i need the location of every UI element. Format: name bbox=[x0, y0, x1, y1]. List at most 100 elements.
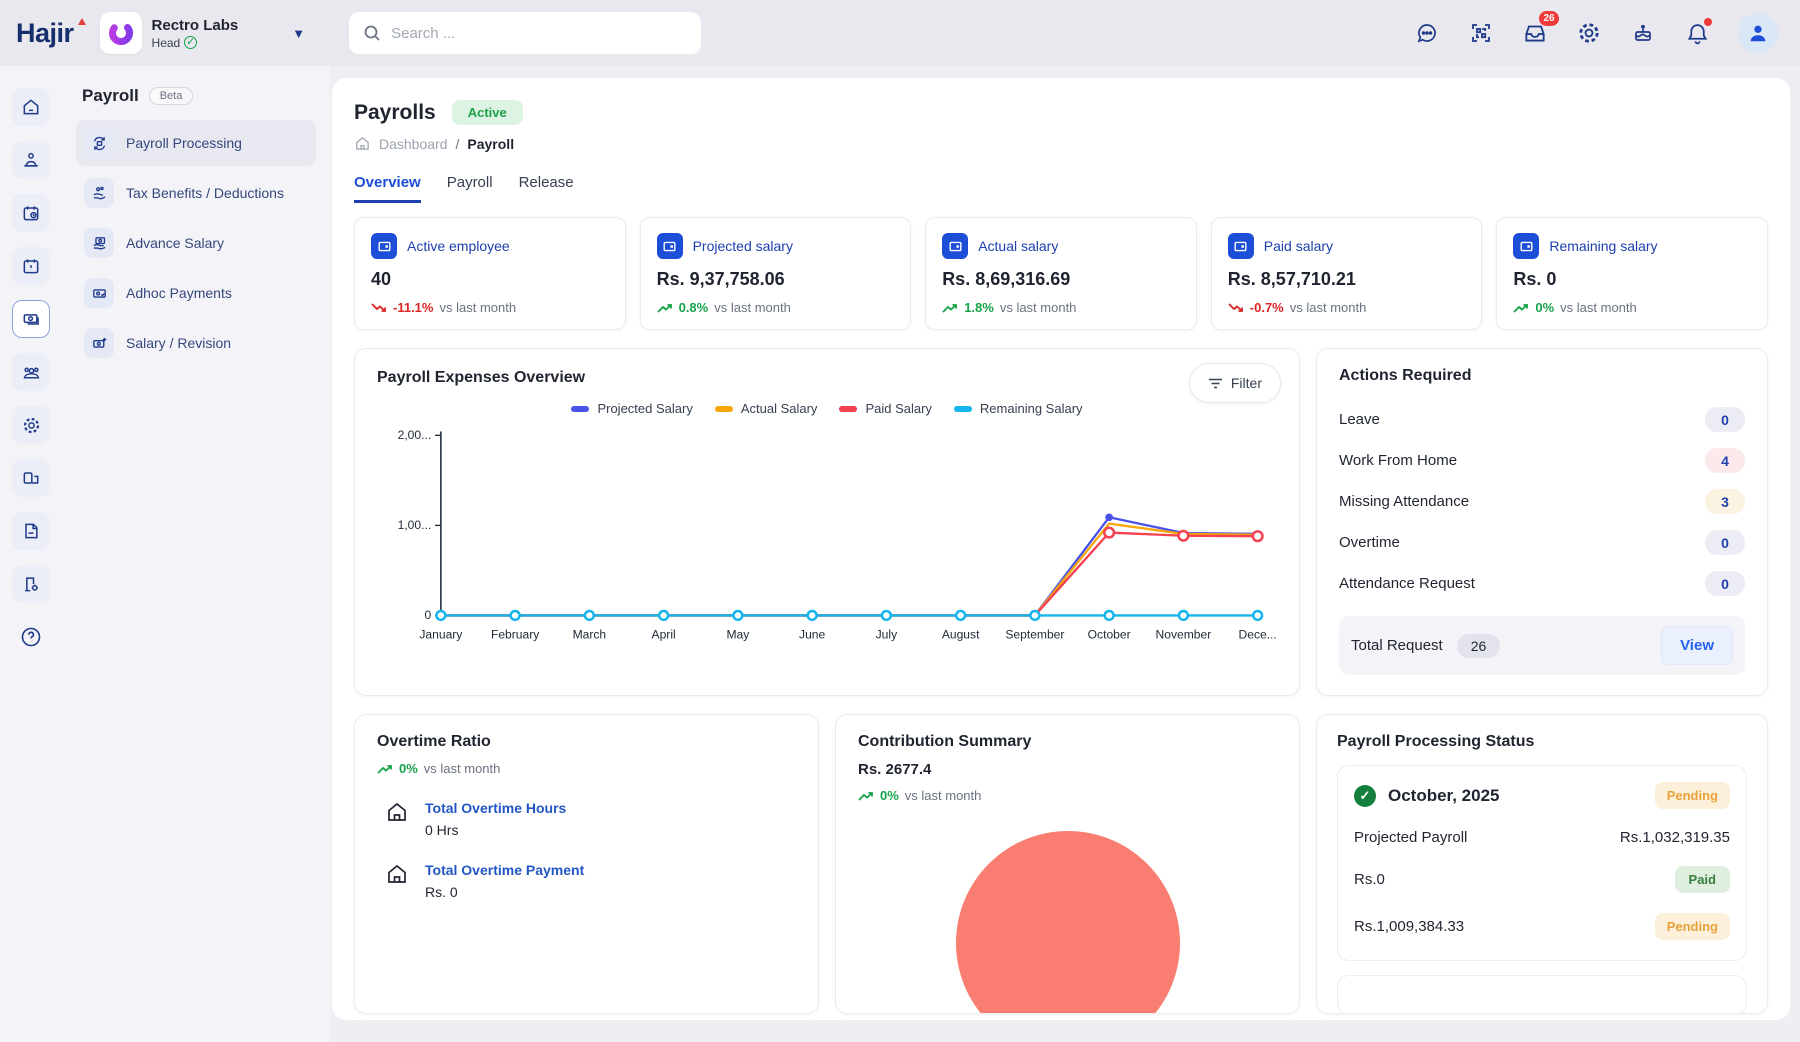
trend-down-icon bbox=[371, 302, 387, 314]
svg-text:October: October bbox=[1088, 627, 1131, 641]
paid-badge: Paid bbox=[1675, 866, 1730, 893]
legend-swatch bbox=[839, 406, 857, 412]
celebration-icon[interactable] bbox=[1630, 20, 1656, 46]
stat-label: Projected salary bbox=[693, 238, 793, 254]
qr-scan-icon[interactable] bbox=[1468, 20, 1494, 46]
team-icon[interactable] bbox=[12, 353, 50, 391]
stat-card-active-employee: Active employee 40 -11.1%vs last month bbox=[354, 217, 626, 330]
tab-overview[interactable]: Overview bbox=[354, 174, 421, 203]
legend-item[interactable]: Projected Salary bbox=[571, 401, 692, 416]
svg-text:Dece...: Dece... bbox=[1239, 627, 1277, 641]
tab-release[interactable]: Release bbox=[519, 174, 574, 203]
leave-calendar-icon[interactable] bbox=[12, 247, 50, 285]
legend-label: Projected Salary bbox=[597, 401, 692, 416]
wallet-icon bbox=[1513, 233, 1539, 259]
logo-flame-icon bbox=[78, 18, 86, 25]
projected-payroll-value: Rs.1,032,319.35 bbox=[1620, 829, 1730, 846]
contribution-pie-chart bbox=[956, 831, 1180, 1014]
action-row-leave[interactable]: Leave0 bbox=[1339, 399, 1745, 440]
legend-item[interactable]: Paid Salary bbox=[839, 401, 931, 416]
action-count-badge: 0 bbox=[1705, 571, 1745, 596]
stat-delta-suffix: vs last month bbox=[1000, 300, 1077, 315]
home-icon[interactable] bbox=[12, 88, 50, 126]
action-row-overtime[interactable]: Overtime 0 bbox=[1339, 522, 1745, 563]
devices-icon[interactable] bbox=[12, 459, 50, 497]
trend-up-icon bbox=[942, 302, 958, 314]
stat-value: Rs. 0 bbox=[1513, 269, 1751, 290]
view-button[interactable]: View bbox=[1661, 626, 1733, 665]
sidebar-item-adhoc-payments[interactable]: Adhoc Payments bbox=[76, 270, 316, 316]
action-label: Missing Attendance bbox=[1339, 493, 1469, 510]
inbox-icon[interactable]: 26 bbox=[1522, 20, 1548, 46]
sidebar-item-payroll-processing[interactable]: Payroll Processing bbox=[76, 120, 316, 166]
action-row-attendance-request[interactable]: Attendance Request0 bbox=[1339, 563, 1745, 604]
svg-text:May: May bbox=[726, 627, 749, 641]
employee-icon[interactable] bbox=[12, 141, 50, 179]
pending-badge: Pending bbox=[1655, 913, 1730, 940]
trend-up-icon bbox=[1513, 302, 1529, 314]
salary-revision-icon bbox=[84, 328, 114, 358]
payroll-icon[interactable] bbox=[12, 300, 50, 338]
notifications-icon[interactable] bbox=[1684, 20, 1710, 46]
trend-down-icon bbox=[1228, 302, 1244, 314]
page-title: Payrolls bbox=[354, 101, 436, 125]
help-icon[interactable] bbox=[12, 618, 50, 656]
sidebar-item-tax-benefits[interactable]: Tax Benefits / Deductions bbox=[76, 170, 316, 216]
stat-delta-pct: -11.1% bbox=[393, 300, 433, 315]
legend-label: Actual Salary bbox=[741, 401, 818, 416]
advance-salary-icon bbox=[84, 228, 114, 258]
stat-delta-pct: -0.7% bbox=[1250, 300, 1284, 315]
home-icon bbox=[385, 862, 409, 886]
search-bar[interactable] bbox=[349, 12, 701, 54]
action-count-badge: 0 bbox=[1705, 530, 1745, 555]
overtime-hours-label[interactable]: Total Overtime Hours bbox=[425, 800, 566, 816]
overtime-payment-item: Total Overtime PaymentRs. 0 bbox=[377, 862, 796, 900]
company-selector[interactable]: Rectro Labs Head✓ ▼ bbox=[100, 12, 306, 54]
stat-delta-pct: 0.8% bbox=[679, 300, 709, 315]
gear-icon[interactable] bbox=[12, 406, 50, 444]
action-label: Overtime bbox=[1339, 534, 1400, 551]
stat-value: Rs. 8,69,316.69 bbox=[942, 269, 1180, 290]
stat-delta-suffix: vs last month bbox=[439, 300, 516, 315]
svg-text:January: January bbox=[419, 627, 462, 641]
svg-text:February: February bbox=[491, 627, 539, 641]
chat-icon[interactable] bbox=[1414, 20, 1440, 46]
stat-card-remaining-salary: Remaining salary Rs. 0 0%vs last month bbox=[1496, 217, 1768, 330]
overtime-delta: 0% bbox=[399, 761, 418, 776]
action-row-wfh[interactable]: Work From Home4 bbox=[1339, 440, 1745, 481]
legend-label: Paid Salary bbox=[865, 401, 931, 416]
exit-settings-icon[interactable] bbox=[12, 565, 50, 603]
stat-card-paid-salary: Paid salary Rs. 8,57,710.21 -0.7%vs last… bbox=[1211, 217, 1483, 330]
sidebar-item-salary-revision[interactable]: Salary / Revision bbox=[76, 320, 316, 366]
chevron-down-icon[interactable]: ▼ bbox=[292, 26, 305, 41]
contribution-title: Contribution Summary bbox=[858, 733, 1277, 751]
legend-item[interactable]: Actual Salary bbox=[715, 401, 818, 416]
svg-text:March: March bbox=[573, 627, 607, 641]
payroll-expenses-card: Payroll Expenses Overview Filter Project… bbox=[354, 348, 1300, 696]
overtime-payment-label[interactable]: Total Overtime Payment bbox=[425, 862, 584, 878]
svg-text:August: August bbox=[942, 627, 980, 641]
contribution-value: Rs. 2677.4 bbox=[858, 761, 1277, 778]
legend-item[interactable]: Remaining Salary bbox=[954, 401, 1083, 416]
breadcrumb-dashboard[interactable]: Dashboard bbox=[379, 136, 448, 152]
sidebar-item-advance-salary[interactable]: Advance Salary bbox=[76, 220, 316, 266]
action-row-missing-attendance[interactable]: Missing Attendance3 bbox=[1339, 481, 1745, 522]
breadcrumb: Dashboard / Payroll bbox=[354, 135, 1768, 152]
document-icon[interactable] bbox=[12, 512, 50, 550]
sidebar-item-label: Advance Salary bbox=[126, 235, 224, 251]
tax-benefits-icon bbox=[84, 178, 114, 208]
pending-amount: Rs.1,009,384.33 bbox=[1354, 918, 1464, 935]
action-label: Leave bbox=[1339, 411, 1380, 428]
search-input[interactable] bbox=[391, 25, 687, 42]
tab-payroll[interactable]: Payroll bbox=[447, 174, 493, 203]
settings-icon[interactable] bbox=[1576, 20, 1602, 46]
attendance-calendar-icon[interactable] bbox=[12, 194, 50, 232]
legend-swatch bbox=[715, 406, 733, 412]
stat-label: Active employee bbox=[407, 238, 510, 254]
legend-swatch bbox=[571, 406, 589, 412]
filter-button[interactable]: Filter bbox=[1189, 363, 1281, 403]
processing-title: Payroll Processing Status bbox=[1337, 733, 1747, 751]
user-avatar[interactable] bbox=[1738, 13, 1778, 53]
legend-label: Remaining Salary bbox=[980, 401, 1083, 416]
svg-text:November: November bbox=[1156, 627, 1212, 641]
